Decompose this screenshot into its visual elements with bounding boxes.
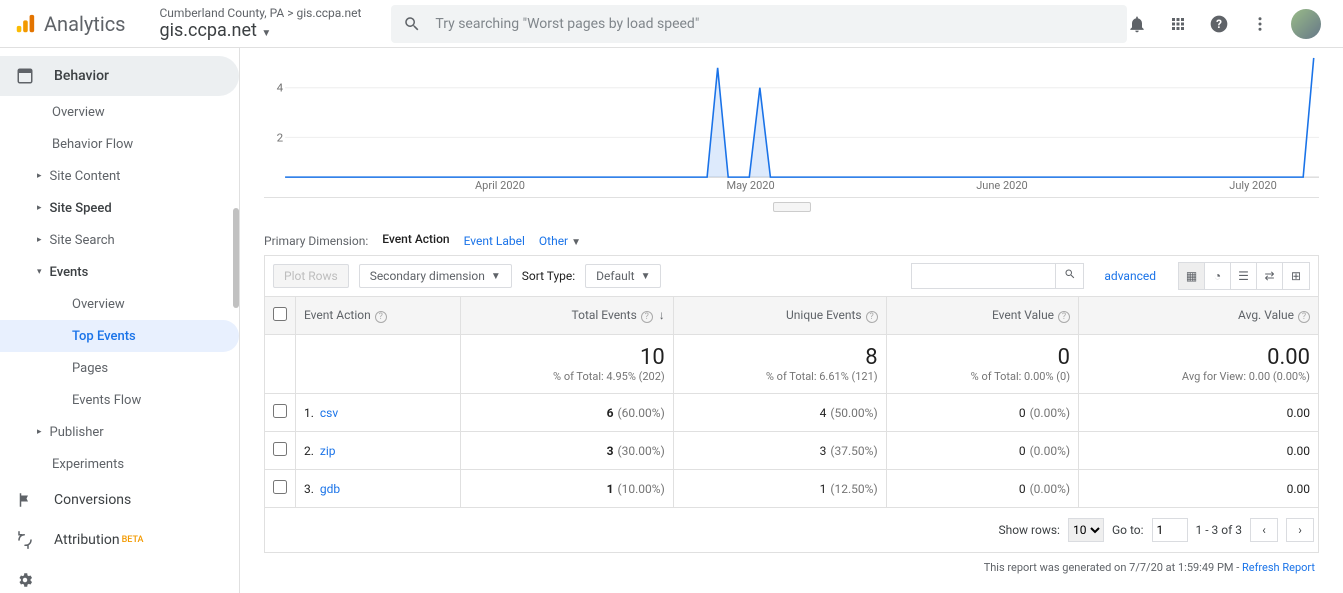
show-rows-select[interactable]: 10 (1068, 518, 1104, 542)
dimension-other[interactable]: Other ▼ (539, 234, 581, 248)
show-rows-label: Show rows: (998, 523, 1059, 537)
view-pie-icon[interactable]: ◔ (1205, 263, 1231, 289)
sidebar-item-events-overview[interactable]: Overview (0, 288, 239, 320)
pager: Show rows: 10 Go to: 1 - 3 of 3 ‹ › (264, 508, 1319, 553)
footer: © 2020 Google | Analytics Home | Terms o… (264, 582, 1319, 593)
sidebar-item-site-search[interactable]: Site Search (0, 224, 239, 256)
col-total-events[interactable]: Total Events? ↓ (460, 297, 673, 335)
chevron-down-icon: ▼ (261, 28, 271, 39)
sidebar-item-overview[interactable]: Overview (0, 96, 239, 128)
row-link[interactable]: zip (320, 444, 336, 458)
main-content: 4 2 April 2020 May 2020 June 2020 July 2… (240, 48, 1343, 593)
behavior-icon (16, 67, 34, 85)
search-icon (403, 15, 421, 33)
controls-row: Plot Rows Secondary dimension ▼ Sort Typ… (264, 255, 1319, 296)
attribution-icon (16, 531, 34, 549)
table-row: 1. csv 6(60.00%) 4(50.00%) 0(0.00%) 0.00 (265, 394, 1319, 432)
summary-row: 10% of Total: 4.95% (202) 8% of Total: 6… (265, 335, 1319, 394)
view-toggles: ▦ ◔ ☰ ⇄ ⊞ (1178, 262, 1310, 290)
search-placeholder: Try searching "Worst pages by load speed… (435, 16, 699, 32)
svg-text:4: 4 (277, 82, 284, 95)
sidebar-scrollbar[interactable] (233, 208, 239, 308)
row-checkbox[interactable] (273, 442, 287, 456)
col-unique-events[interactable]: Unique Events? (673, 297, 886, 335)
primary-dimension-row: Primary Dimension: Event Action Event La… (264, 222, 1319, 255)
generated-note: This report was generated on 7/7/20 at 1… (264, 553, 1319, 582)
logo-area[interactable]: Analytics (0, 12, 140, 36)
dimension-event-label[interactable]: Event Label (464, 234, 525, 248)
table-row: 3. gdb 1(10.00%) 1(12.50%) 0(0.00%) 0.00 (265, 470, 1319, 508)
brand-name: Analytics (44, 12, 126, 36)
search-icon (1064, 268, 1076, 280)
view-table-icon[interactable]: ▦ (1179, 263, 1205, 289)
next-page-button[interactable]: › (1286, 518, 1314, 542)
sidebar-section-conversions[interactable]: Conversions (0, 480, 239, 520)
table-search-input[interactable] (911, 263, 1056, 289)
view-name: gis.ccpa.net ▼ (160, 20, 362, 41)
table-search (911, 263, 1084, 289)
row-link[interactable]: gdb (320, 482, 340, 496)
avatar[interactable] (1291, 9, 1321, 39)
select-all-checkbox[interactable] (273, 307, 287, 321)
sidebar-section-admin[interactable] (0, 560, 239, 593)
sidebar-item-site-speed[interactable]: Site Speed (0, 192, 239, 224)
sidebar-item-site-content[interactable]: Site Content (0, 160, 239, 192)
chart[interactable]: 4 2 April 2020 May 2020 June 2020 July 2… (264, 48, 1319, 198)
flag-icon (16, 491, 34, 509)
sort-type-select[interactable]: Default ▼ (585, 264, 661, 288)
sidebar-item-publisher[interactable]: Publisher (0, 416, 239, 448)
sidebar-section-behavior[interactable]: Behavior (0, 56, 239, 96)
view-pivot-icon[interactable]: ⊞ (1283, 263, 1309, 289)
more-vert-icon[interactable] (1251, 15, 1269, 33)
table-search-button[interactable] (1056, 263, 1084, 289)
advanced-link[interactable]: advanced (1104, 269, 1156, 283)
prev-page-button[interactable]: ‹ (1250, 518, 1278, 542)
gear-icon (16, 571, 34, 589)
view-bar-icon[interactable]: ☰ (1231, 263, 1257, 289)
top-icons: ? (1127, 9, 1327, 39)
sort-type-label: Sort Type: (522, 269, 575, 283)
chart-resize-handle[interactable] (773, 202, 811, 212)
chart-svg: 4 2 (264, 48, 1319, 197)
primary-dimension-label: Primary Dimension: (264, 234, 368, 248)
view-selector[interactable]: Cumberland County, PA > gis.ccpa.net gis… (140, 6, 382, 41)
row-link[interactable]: csv (320, 406, 338, 420)
col-avg-value[interactable]: Avg. Value? (1079, 297, 1319, 335)
refresh-report-link[interactable]: Refresh Report (1242, 561, 1315, 574)
bell-icon[interactable] (1127, 14, 1147, 34)
analytics-logo-icon (14, 13, 36, 35)
help-icon[interactable]: ? (1209, 14, 1229, 34)
sidebar-item-events[interactable]: Events (0, 256, 239, 288)
sidebar-item-experiments[interactable]: Experiments (0, 448, 239, 480)
row-checkbox[interactable] (273, 404, 287, 418)
sort-desc-icon: ↓ (659, 308, 665, 322)
top-bar: Analytics Cumberland County, PA > gis.cc… (0, 0, 1343, 48)
apps-icon[interactable] (1169, 15, 1187, 33)
sidebar: Behavior Overview Behavior Flow Site Con… (0, 48, 240, 593)
data-table: Event Action? Total Events? ↓ Unique Eve… (264, 296, 1319, 508)
secondary-dimension-button[interactable]: Secondary dimension ▼ (359, 264, 512, 288)
svg-text:2: 2 (277, 132, 284, 145)
sidebar-item-pages[interactable]: Pages (0, 352, 239, 384)
goto-label: Go to: (1112, 523, 1144, 537)
goto-input[interactable] (1152, 518, 1188, 542)
dimension-event-action[interactable]: Event Action (382, 232, 449, 249)
svg-text:?: ? (1216, 17, 1222, 31)
col-event-action[interactable]: Event Action? (296, 297, 461, 335)
sidebar-item-top-events[interactable]: Top Events (0, 320, 239, 352)
plot-rows-button: Plot Rows (273, 264, 349, 288)
sidebar-item-events-flow[interactable]: Events Flow (0, 384, 239, 416)
table-row: 2. zip 3(30.00%) 3(37.50%) 0(0.00%) 0.00 (265, 432, 1319, 470)
row-checkbox[interactable] (273, 480, 287, 494)
col-event-value[interactable]: Event Value? (886, 297, 1078, 335)
sidebar-section-attribution[interactable]: AttributionBETA (0, 520, 239, 560)
breadcrumb: Cumberland County, PA > gis.ccpa.net (160, 6, 362, 20)
range-text: 1 - 3 of 3 (1196, 523, 1242, 537)
sidebar-item-behavior-flow[interactable]: Behavior Flow (0, 128, 239, 160)
beta-badge: BETA (122, 535, 144, 545)
view-comparison-icon[interactable]: ⇄ (1257, 263, 1283, 289)
search-bar[interactable]: Try searching "Worst pages by load speed… (391, 5, 1127, 43)
